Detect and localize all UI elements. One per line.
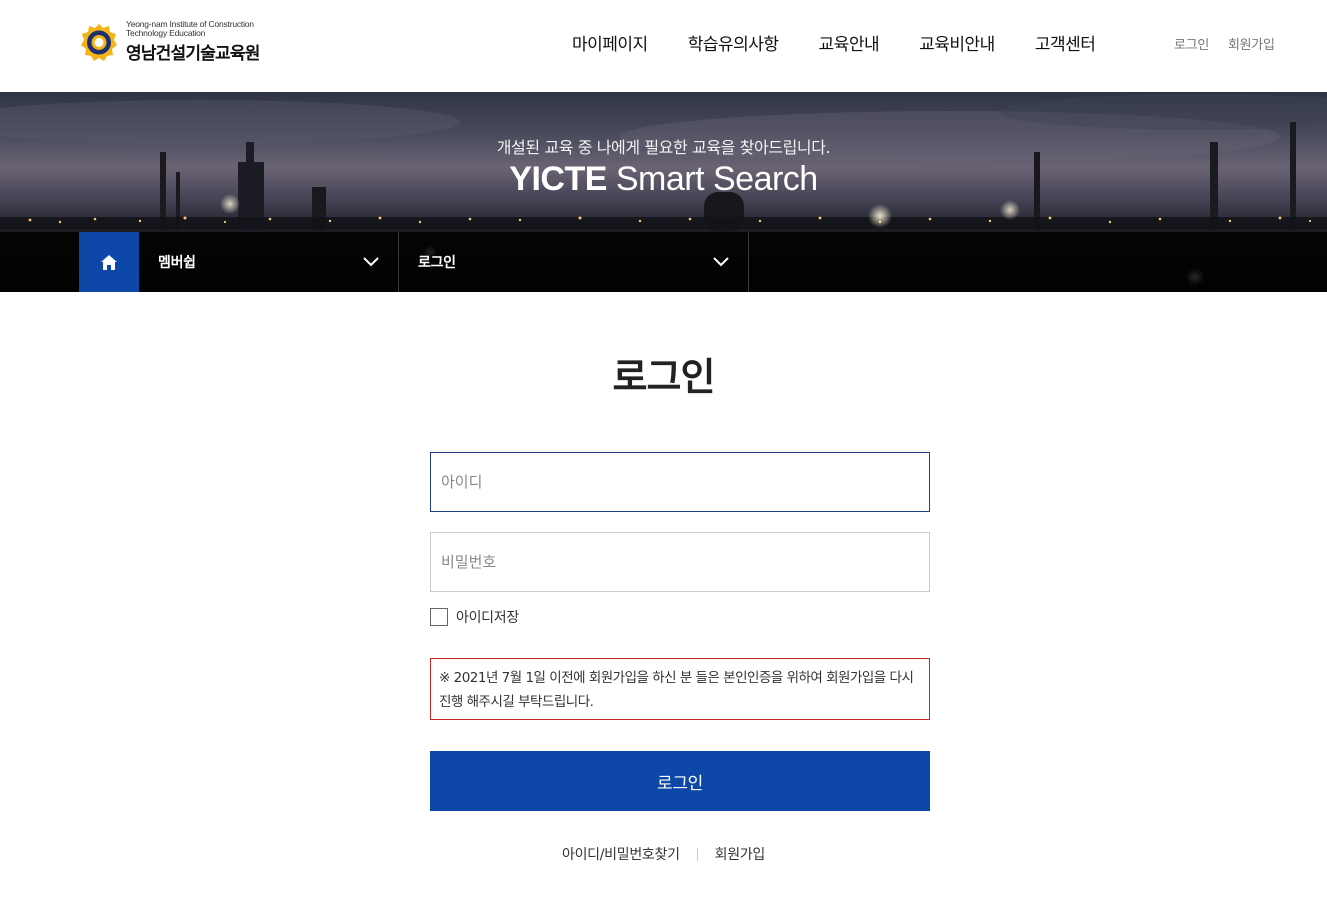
re-registration-notice: ※ 2021년 7월 1일 이전에 회원가입을 하신 분 들은 본인인증을 위하… (430, 658, 930, 720)
user-id-input[interactable] (430, 452, 930, 512)
find-id-password-link[interactable]: 아이디/비밀번호찾기 (562, 844, 680, 864)
location-depth1-label: 멤버쉽 (158, 255, 196, 271)
utility-links: 로그인 회원가입 (1174, 34, 1275, 53)
nav-item-mypage[interactable]: 마이페이지 (572, 30, 648, 55)
location-bar: 멤버쉽 로그인 (0, 232, 1327, 292)
save-id-checkbox[interactable] (430, 608, 448, 626)
banner-title-brand: YICTE (509, 160, 607, 198)
nav-item-customer-center[interactable]: 고객센터 (1035, 30, 1096, 55)
site-header: Yeong-nam Institute of Construction Tech… (0, 0, 1327, 92)
login-submit-button[interactable]: 로그인 (430, 751, 930, 811)
location-depth1-select[interactable]: 멤버쉽 (139, 232, 399, 292)
main-navigation: 마이페이지 학습유의사항 교육안내 교육비안내 고객센터 (552, 30, 1115, 55)
chevron-down-icon (363, 257, 379, 267)
save-id-option[interactable]: 아이디저장 (430, 607, 519, 627)
save-id-label: 아이디저장 (456, 610, 519, 626)
util-signup-link[interactable]: 회원가입 (1228, 34, 1275, 53)
logo-english-name: Yeong-nam Institute of Construction Tech… (126, 19, 254, 38)
location-depth2-select[interactable]: 로그인 (399, 232, 749, 292)
home-icon (101, 254, 117, 270)
location-depth2-label: 로그인 (418, 255, 456, 271)
page-title: 로그인 (612, 355, 716, 399)
util-login-link[interactable]: 로그인 (1174, 34, 1209, 53)
banner-title-rest: Smart Search (606, 160, 818, 198)
account-links: 아이디/비밀번호찾기 회원가입 (0, 844, 1327, 864)
site-logo[interactable]: Yeong-nam Institute of Construction Tech… (80, 18, 276, 66)
nav-item-study-notes[interactable]: 학습유의사항 (688, 30, 779, 55)
nav-item-education-info[interactable]: 교육안내 (819, 30, 880, 55)
logo-korean-name: 영남건설기술교육원 (126, 44, 260, 64)
emblem-icon (80, 23, 118, 61)
banner-title: YICTE Smart Search (0, 160, 1327, 199)
signup-link[interactable]: 회원가입 (715, 844, 766, 864)
link-divider (696, 847, 698, 861)
home-button[interactable] (79, 232, 139, 292)
chevron-down-icon (713, 257, 729, 267)
banner-subtitle: 개설된 교육 중 나에게 필요한 교육을 찾아드립니다. (496, 138, 831, 157)
nav-item-tuition-info[interactable]: 교육비안내 (919, 30, 995, 55)
password-input[interactable] (430, 532, 930, 592)
